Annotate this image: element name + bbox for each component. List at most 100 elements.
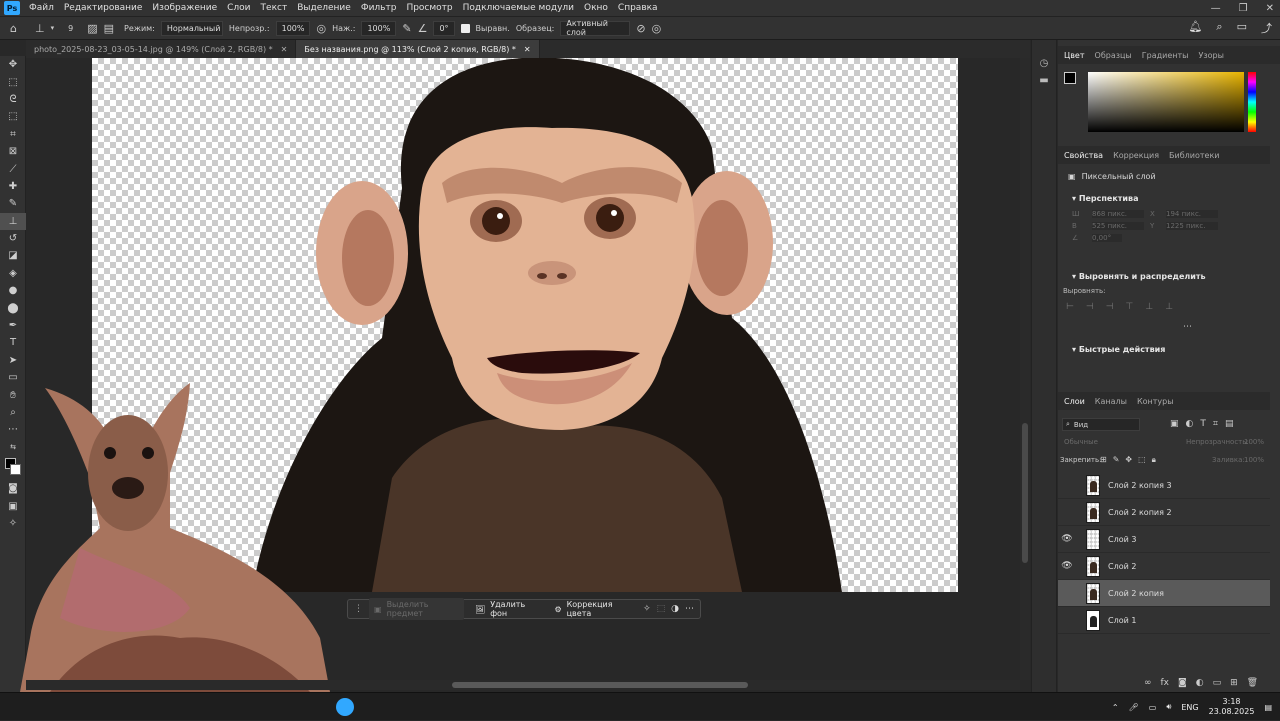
drag-handle-icon[interactable]: ⋮ (354, 604, 363, 614)
volume-icon[interactable]: 🔊︎ (1166, 702, 1171, 712)
microphone-icon[interactable]: 🎤︎ (1129, 703, 1139, 712)
menu-filter[interactable]: Фильтр (356, 3, 402, 13)
chevron-up-icon[interactable]: ⌃ (1112, 703, 1119, 712)
menu-layers[interactable]: Слои (222, 3, 255, 13)
maximize-icon[interactable]: ❐ (1239, 3, 1248, 14)
layer-row[interactable]: 👁︎ Слой 2 (1058, 553, 1270, 580)
search-icon[interactable]: ⌕ (1216, 20, 1222, 36)
tab-swatches[interactable]: Образцы (1095, 51, 1132, 60)
tab-channels[interactable]: Каналы (1095, 397, 1127, 406)
color-correction-button[interactable]: ⚙︎ Коррекция цвета (549, 598, 637, 620)
lasso-tool-icon[interactable]: ᘓ (0, 91, 26, 108)
doc-tab-2[interactable]: Без названия.png @ 113% (Слой 2 копия, R… (296, 40, 540, 58)
eye-icon[interactable]: 👁︎ (1058, 561, 1076, 571)
pressure-field[interactable]: 100% (361, 20, 397, 36)
sparkle-icon[interactable]: ✧ (643, 604, 651, 614)
lock-position-icon[interactable]: ✥ (1125, 455, 1132, 465)
path-select-tool-icon[interactable]: ➤ (0, 352, 26, 369)
align-hcenter-icon[interactable]: ⊣ (1086, 302, 1094, 312)
align-section-title[interactable]: ▾ Выровнять и распределить (1058, 272, 1206, 281)
dodge-tool-icon[interactable]: ⬤ (0, 299, 26, 316)
x-field[interactable]: 194 пикс. (1166, 210, 1218, 218)
close-icon[interactable]: ✕ (524, 45, 531, 54)
menu-help[interactable]: Справка (613, 3, 663, 13)
filter-pixel-icon[interactable]: ▣ (1170, 419, 1179, 429)
fx-icon[interactable]: fx (1161, 678, 1170, 688)
pressure-opacity-icon[interactable]: ◎ (316, 22, 326, 35)
remove-background-button[interactable]: 🖼︎ Удалить фон (470, 598, 543, 620)
vertical-scroll-thumb[interactable] (1022, 423, 1028, 563)
eye-icon[interactable]: 👁︎ (1058, 534, 1076, 544)
menu-edit[interactable]: Редактирование (59, 3, 148, 13)
network-icon[interactable]: ▭ (1149, 703, 1157, 712)
lock-all-icon[interactable]: 🔒︎ (1152, 455, 1156, 465)
language-indicator[interactable]: ENG (1181, 703, 1198, 712)
layer-row[interactable]: Слой 1 (1058, 607, 1270, 634)
menu-file[interactable]: Файл (24, 3, 59, 13)
chevron-down-icon[interactable]: ▾ (51, 24, 55, 32)
layer-row[interactable]: Слой 2 копия 3 (1058, 472, 1270, 499)
healing-tool-icon[interactable]: ✚ (0, 178, 26, 195)
eyedropper-tool-icon[interactable]: ⟋ (0, 160, 26, 177)
filter-adjustment-icon[interactable]: ◐ (1186, 419, 1194, 429)
lock-artboard-icon[interactable]: ⬚ (1138, 455, 1146, 465)
sample-dropdown[interactable]: Активный слой (560, 19, 631, 37)
filter-type-icon[interactable]: T (1200, 419, 1206, 429)
align-vcenter-icon[interactable]: ⊥ (1145, 302, 1153, 312)
hue-slider[interactable] (1248, 72, 1256, 132)
opacity-field[interactable]: 100% (275, 20, 311, 36)
align-bottom-icon[interactable]: ⊥ (1165, 302, 1173, 312)
align-right-icon[interactable]: ⊣ (1106, 302, 1114, 312)
layer-name[interactable]: Слой 3 (1108, 535, 1136, 544)
tab-patterns[interactable]: Узоры (1198, 51, 1223, 60)
pen-tool-icon[interactable]: ✒ (0, 317, 26, 334)
layer-row-selected[interactable]: Слой 2 копия (1058, 580, 1270, 607)
share-icon[interactable]: ⤴ (1261, 20, 1272, 36)
quick-actions-title[interactable]: ▾ Быстрые действия (1058, 345, 1165, 354)
filter-smart-icon[interactable]: ▤ (1225, 419, 1234, 429)
lock-pixels-icon[interactable]: ✎ (1113, 455, 1120, 465)
eraser-tool-icon[interactable]: ◪ (0, 247, 26, 264)
clock[interactable]: 3:18 23.08.2025 (1209, 697, 1255, 717)
history-brush-tool-icon[interactable]: ↺ (0, 230, 26, 247)
filter-shape-icon[interactable]: ⌗ (1213, 419, 1218, 429)
minimize-icon[interactable]: — (1211, 3, 1221, 14)
ignore-adjustment-icon[interactable]: ⊘ (636, 22, 645, 35)
aligned-checkbox[interactable] (460, 23, 470, 33)
half-circle-icon[interactable]: ◑ (671, 604, 679, 614)
y-field[interactable]: 1225 пикс. (1166, 222, 1218, 230)
lock-transparency-icon[interactable]: ⊞ (1100, 455, 1107, 465)
pressure-size-icon[interactable]: ◎ (652, 22, 662, 35)
brush-tool-icon[interactable]: ✎ (0, 195, 26, 212)
layer-name[interactable]: Слой 2 копия 3 (1108, 481, 1172, 490)
align-left-icon[interactable]: ⊢ (1066, 302, 1074, 312)
tab-color[interactable]: Цвет (1064, 51, 1085, 60)
airbrush-icon[interactable]: ✎ (402, 22, 411, 35)
adjustment-layer-icon[interactable]: ◐ (1196, 678, 1204, 688)
workspace-icon[interactable]: ▭ (1237, 20, 1247, 36)
type-tool-icon[interactable]: T (0, 334, 26, 351)
link-icon[interactable]: ∞ (1144, 678, 1152, 688)
layer-opacity-value[interactable]: 100% (1244, 438, 1264, 446)
tab-adjustments[interactable]: Коррекция (1113, 151, 1159, 160)
doc-tab-1[interactable]: photo_2025-08-23_03-05-14.jpg @ 149% (Сл… (26, 40, 297, 58)
menu-image[interactable]: Изображение (147, 3, 222, 13)
new-layer-icon[interactable]: ⊞ (1230, 678, 1238, 688)
more-icon[interactable]: ⋯ (685, 604, 694, 614)
layer-name[interactable]: Слой 1 (1108, 616, 1136, 625)
w-field[interactable]: 868 пикс. (1092, 210, 1144, 218)
layer-name[interactable]: Слой 2 (1108, 562, 1136, 571)
marquee-tool-icon[interactable]: ⬚ (0, 73, 26, 90)
brush-panel-icon[interactable]: ▨ (87, 22, 97, 35)
group-icon[interactable]: ▭ (1213, 678, 1222, 688)
horizontal-scrollbar[interactable] (26, 680, 1020, 690)
tab-gradients[interactable]: Градиенты (1142, 51, 1189, 60)
home-icon[interactable]: ⌂ (10, 22, 17, 35)
mask-icon[interactable]: ◙ (1178, 678, 1187, 688)
bell-icon[interactable]: 🔔︎ (1188, 20, 1202, 36)
layer-name[interactable]: Слой 2 копия (1108, 589, 1164, 598)
menu-plugins[interactable]: Подключаемые модули (458, 3, 579, 13)
clone-stamp-tool-icon[interactable]: ⊥ (0, 212, 26, 230)
close-icon[interactable]: ✕ (281, 45, 288, 54)
layer-filter-dropdown[interactable]: ⌕ Вид (1062, 418, 1140, 431)
